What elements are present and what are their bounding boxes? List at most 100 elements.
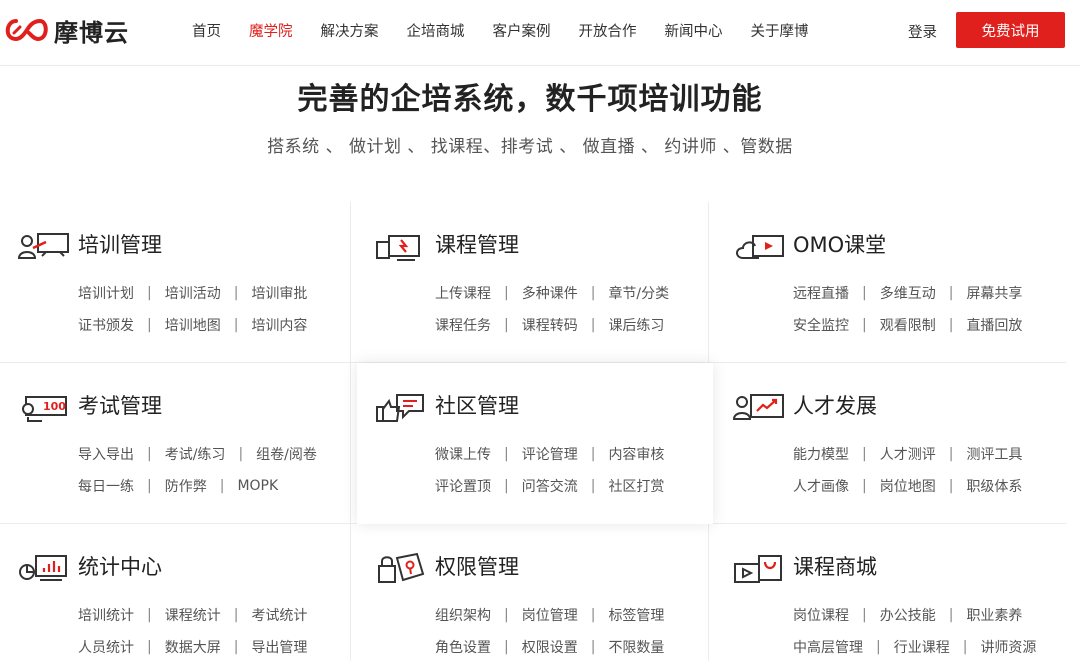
feature-links-row: 中高层管理 | 行业课程 | 讲师资源 xyxy=(793,637,1036,657)
feature-links-row: 安全监控 | 观看限制 | 直播回放 xyxy=(793,315,1022,335)
feature-link[interactable]: 社区打赏 xyxy=(608,476,664,496)
feature-link[interactable]: MOPK xyxy=(237,478,278,494)
feature-link[interactable]: 导入导出 xyxy=(78,444,134,464)
feature-link[interactable]: 培训地图 xyxy=(165,315,221,335)
feature-card[interactable]: OMO课堂 远程直播 | 多维互动 | 屏幕共享 安全监控 | 观看限制 | 直播回放 xyxy=(715,202,1071,363)
feature-link[interactable]: 组卷/阅卷 xyxy=(256,444,317,464)
feature-link[interactable]: 人才测评 xyxy=(880,444,936,464)
feature-link[interactable]: 培训内容 xyxy=(251,315,307,335)
feature-link[interactable]: 讲师资源 xyxy=(980,637,1036,657)
feature-link[interactable]: 组织架构 xyxy=(435,605,491,625)
feature-link[interactable]: 标签管理 xyxy=(608,605,664,625)
feature-links-row: 评论置顶 | 问答交流 | 社区打赏 xyxy=(435,476,664,496)
separator: | xyxy=(233,317,239,333)
feature-link[interactable]: 职业素养 xyxy=(966,605,1022,625)
feature-link[interactable]: 考试/练习 xyxy=(165,444,226,464)
login-link[interactable]: 登录 xyxy=(908,21,937,42)
feature-link[interactable]: 考试统计 xyxy=(251,605,307,625)
feature-link[interactable]: 微课上传 xyxy=(435,444,491,464)
feature-links-row: 微课上传 | 评论管理 | 内容审核 xyxy=(435,444,664,464)
nav-item-6[interactable]: 新闻中心 xyxy=(665,20,723,41)
feature-link[interactable]: 行业课程 xyxy=(894,637,950,657)
feature-link[interactable]: 培训活动 xyxy=(165,283,221,303)
logo[interactable]: 摩博云 xyxy=(0,12,129,48)
feature-card[interactable]: 统计中心 培训统计 | 课程统计 | 考试统计 人员统计 | 数据大屏 | 导出管理 xyxy=(0,524,356,661)
feature-link[interactable]: 岗位地图 xyxy=(880,476,936,496)
feature-link[interactable]: 多种课件 xyxy=(522,283,578,303)
nav-item-4[interactable]: 客户案例 xyxy=(493,20,551,41)
feature-link[interactable]: 观看限制 xyxy=(880,315,936,335)
feature-link[interactable]: 屏幕共享 xyxy=(966,283,1022,303)
separator: | xyxy=(876,639,881,655)
feature-card[interactable]: 人才发展 能力模型 | 人才测评 | 测评工具 人才画像 | 岗位地图 | 职级体系 xyxy=(715,363,1071,524)
feature-link[interactable]: 内容审核 xyxy=(608,444,664,464)
free-trial-button[interactable]: 免费试用 xyxy=(956,12,1065,48)
nav-item-3[interactable]: 企培商城 xyxy=(407,20,465,41)
separator: | xyxy=(862,478,867,494)
feature-link[interactable]: 每日一练 xyxy=(78,476,134,496)
feature-link[interactable]: 岗位课程 xyxy=(793,605,849,625)
feature-link[interactable]: 多维互动 xyxy=(880,283,936,303)
feature-link[interactable]: 安全监控 xyxy=(793,315,849,335)
feature-links-row: 远程直播 | 多维互动 | 屏幕共享 xyxy=(793,283,1022,303)
feature-link[interactable]: 测评工具 xyxy=(966,444,1022,464)
feature-link[interactable]: 课后练习 xyxy=(608,315,664,335)
feature-link[interactable]: 岗位管理 xyxy=(522,605,578,625)
feature-link[interactable]: 导出管理 xyxy=(251,637,307,657)
feature-link[interactable]: 培训计划 xyxy=(78,283,134,303)
feature-link[interactable]: 课程转码 xyxy=(522,315,578,335)
feature-link[interactable]: 人员统计 xyxy=(78,637,134,657)
feature-link[interactable]: 人才画像 xyxy=(793,476,849,496)
separator: | xyxy=(590,607,596,623)
feature-links-row: 角色设置 | 权限设置 | 不限数量 xyxy=(435,637,664,657)
feature-link[interactable]: 职级体系 xyxy=(966,476,1022,496)
feature-link[interactable]: 课程统计 xyxy=(165,605,221,625)
separator: | xyxy=(862,285,867,301)
course-mall-icon xyxy=(733,552,785,584)
feature-link[interactable]: 不限数量 xyxy=(608,637,664,657)
nav-item-5[interactable]: 开放合作 xyxy=(579,20,637,41)
nav-item-0[interactable]: 首页 xyxy=(192,20,221,41)
feature-link[interactable]: 培训统计 xyxy=(78,605,134,625)
feature-card[interactable]: 社区管理 微课上传 | 评论管理 | 内容审核 评论置顶 | 问答交流 | 社区打赏 xyxy=(357,363,713,524)
feature-link[interactable]: 评论置顶 xyxy=(435,476,491,496)
feature-card[interactable]: 课程商城 岗位课程 | 办公技能 | 职业素养 中高层管理 | 行业课程 | 讲师资源 xyxy=(715,524,1071,661)
feature-card[interactable]: 权限管理 组织架构 | 岗位管理 | 标签管理 角色设置 | 权限设置 | 不限数量 xyxy=(357,524,713,661)
feature-title: 权限管理 xyxy=(435,555,519,579)
nav-item-7[interactable]: 关于摩博 xyxy=(751,20,809,41)
feature-link[interactable]: 培训审批 xyxy=(251,283,307,303)
talent-icon xyxy=(733,391,785,423)
feature-link[interactable]: 章节/分类 xyxy=(608,283,669,303)
nav-item-2[interactable]: 解决方案 xyxy=(321,20,379,41)
feature-card[interactable]: 考试管理 导入导出 | 考试/练习 | 组卷/阅卷 每日一练 | 防作弊 | MOPK xyxy=(0,363,356,524)
feature-link[interactable]: 权限设置 xyxy=(522,637,578,657)
feature-link[interactable]: 问答交流 xyxy=(522,476,578,496)
feature-links-row: 证书颁发 | 培训地图 | 培训内容 xyxy=(78,315,307,335)
separator: | xyxy=(948,317,954,333)
feature-card[interactable]: 培训管理 培训计划 | 培训活动 | 培训审批 证书颁发 | 培训地图 | 培训内容 xyxy=(0,202,356,363)
feature-title: 课程商城 xyxy=(793,555,877,579)
feature-card[interactable]: 课程管理 上传课程 | 多种课件 | 章节/分类 课程任务 | 课程转码 | 课后练习 xyxy=(357,202,713,363)
nav-item-1[interactable]: 魔学院 xyxy=(249,20,293,41)
feature-link[interactable]: 课程任务 xyxy=(435,315,491,335)
feature-link[interactable]: 远程直播 xyxy=(793,283,849,303)
feature-link[interactable]: 中高层管理 xyxy=(793,637,863,657)
separator: | xyxy=(233,285,239,301)
feature-title: 培训管理 xyxy=(78,233,162,257)
feature-link[interactable]: 证书颁发 xyxy=(78,315,134,335)
separator: | xyxy=(590,446,596,462)
feature-link[interactable]: 上传课程 xyxy=(435,283,491,303)
feature-link[interactable]: 能力模型 xyxy=(793,444,849,464)
feature-link[interactable]: 办公技能 xyxy=(880,605,936,625)
grid-divider xyxy=(350,202,351,661)
feature-link[interactable]: 防作弊 xyxy=(165,476,207,496)
separator: | xyxy=(590,317,596,333)
feature-links-row: 组织架构 | 岗位管理 | 标签管理 xyxy=(435,605,664,625)
cloud-video-icon xyxy=(733,230,785,262)
feature-link[interactable]: 数据大屏 xyxy=(165,637,221,657)
separator: | xyxy=(504,478,509,494)
feature-links-row: 能力模型 | 人才测评 | 测评工具 xyxy=(793,444,1022,464)
feature-link[interactable]: 直播回放 xyxy=(966,315,1022,335)
feature-link[interactable]: 角色设置 xyxy=(435,637,491,657)
feature-link[interactable]: 评论管理 xyxy=(522,444,578,464)
